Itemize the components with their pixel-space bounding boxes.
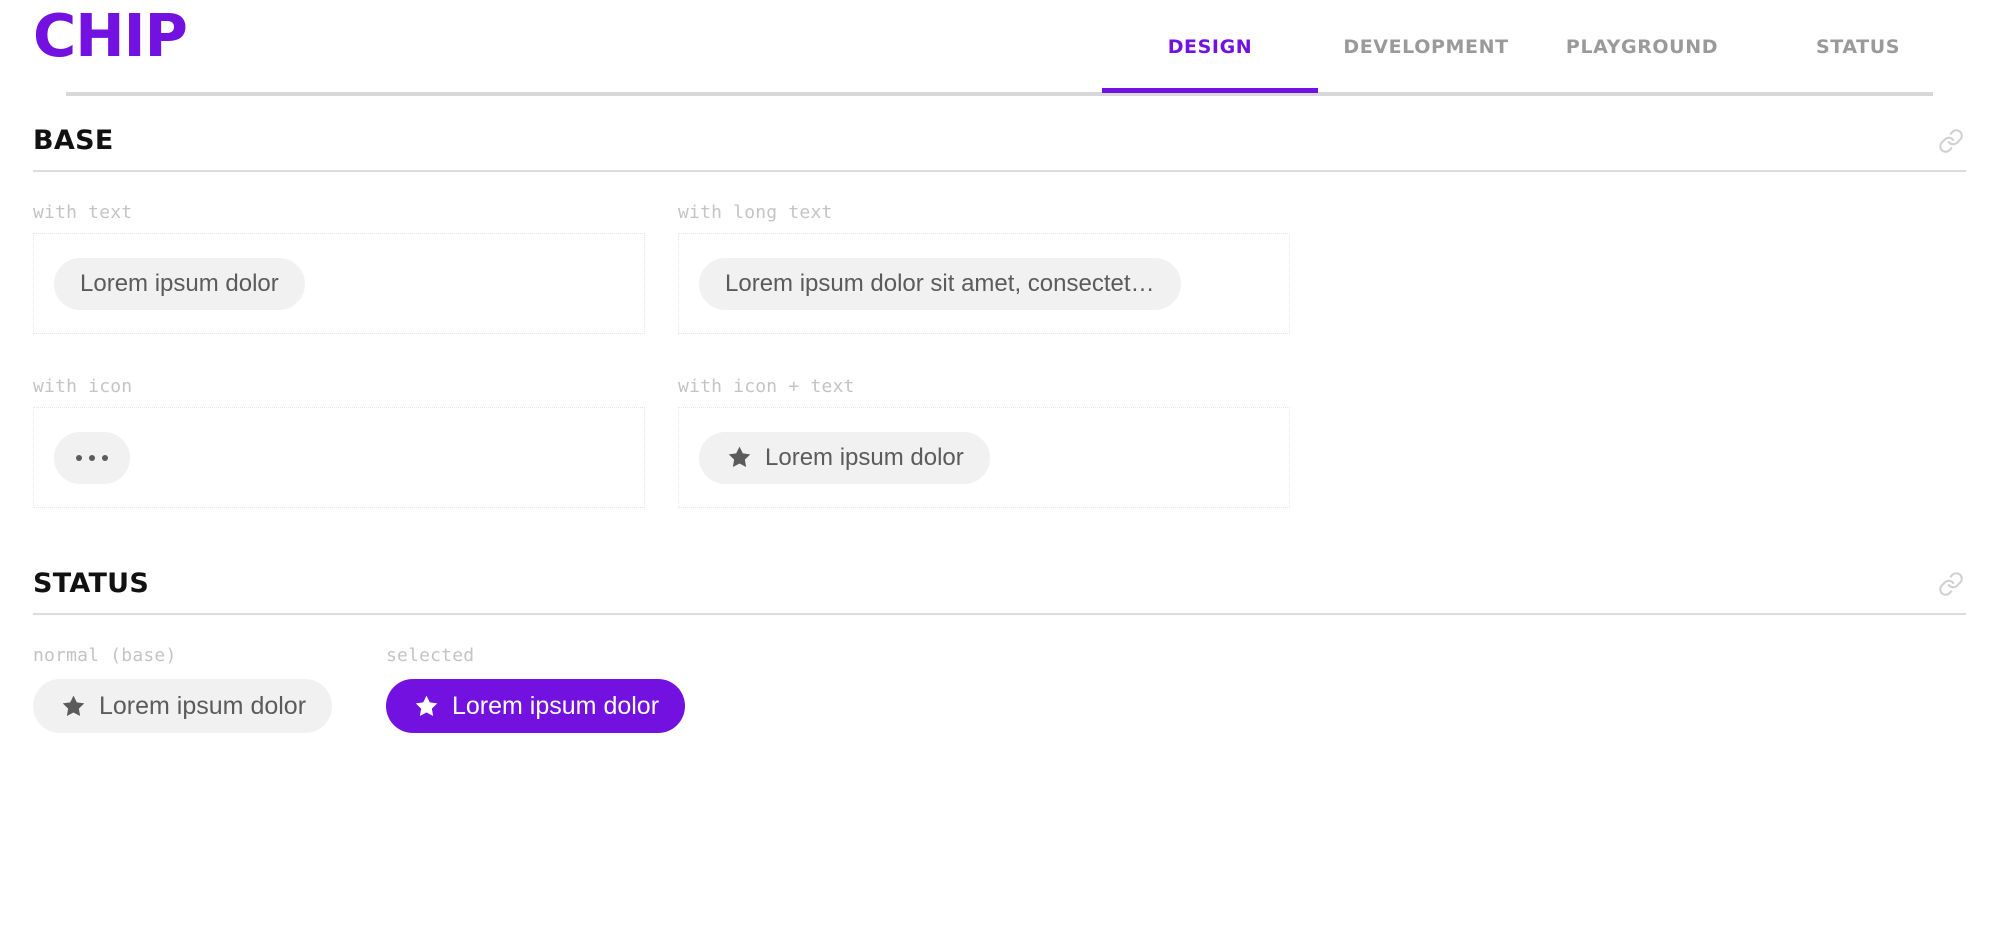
chip-with-long-text[interactable]: Lorem ipsum dolor sit amet, consectet… [699,257,1181,310]
section-status-header: STATUS [33,568,1966,613]
example-with-icon: with icon [33,368,645,508]
tab-design[interactable]: DESIGN [1102,0,1318,93]
status-normal-row: Lorem ipsum dolor [33,676,386,736]
grid-spacer-right [678,334,1290,368]
chip-with-long-text-label: Lorem ipsum dolor sit amet, consectet… [725,271,1155,296]
example-with-text-label: with text [33,202,133,223]
status-normal-column: normal (base) Lorem ipsum dolor [33,637,386,736]
status-selected-column: selected Lorem ipsum dolor [386,637,1966,736]
chip-with-icon-text-label: Lorem ipsum dolor [765,445,964,470]
more-horizontal-icon [76,454,108,461]
status-normal-label: normal (base) [33,645,177,666]
example-with-text: with text Lorem ipsum dolor [33,194,645,334]
page-root: CHIP DESIGN DEVELOPMENT PLAYGROUND STATU… [0,0,1999,926]
tab-design-label: DESIGN [1167,35,1253,58]
tab-status[interactable]: STATUS [1750,0,1966,93]
header-divider [66,92,1933,96]
example-with-text-cell: Lorem ipsum dolor [33,233,645,334]
example-with-icon-text: with icon + text Lorem ipsum dolor [678,368,1290,508]
example-with-icon-text-label: with icon + text [678,376,855,397]
chip-status-selected-label: Lorem ipsum dolor [452,693,660,719]
star-icon [59,692,87,720]
example-with-icon-label: with icon [33,376,133,397]
star-icon [725,444,753,472]
example-with-icon-text-cell: Lorem ipsum dolor [678,407,1290,508]
status-examples-grid: normal (base) Lorem ipsum dolor selected [33,615,1966,736]
example-with-long-text: with long text Lorem ipsum dolor sit ame… [678,194,1290,334]
chip-status-normal-label: Lorem ipsum dolor [99,693,307,719]
tab-development-label: DEVELOPMENT [1343,35,1509,58]
tab-status-label: STATUS [1815,35,1901,58]
chip-with-icon[interactable] [54,431,130,484]
section-base-title: BASE [33,125,114,156]
chip-status-selected[interactable]: Lorem ipsum dolor [386,679,686,733]
chip-with-text[interactable]: Lorem ipsum dolor [54,257,305,310]
link-icon[interactable] [1936,126,1966,156]
chip-status-normal[interactable]: Lorem ipsum dolor [33,679,333,733]
section-status-title: STATUS [33,568,150,599]
status-selected-label: selected [386,645,475,666]
grid-spacer-left [33,334,645,368]
app-header: CHIP DESIGN DEVELOPMENT PLAYGROUND STATU… [33,0,1966,97]
section-base: BASE with text Lorem ipsum dolor with lo… [33,97,1966,508]
section-status: STATUS normal (base) Lorem ipsum dolor s… [33,508,1966,736]
app-logo: CHIP [33,1,188,70]
tab-playground-label: PLAYGROUND [1565,35,1719,58]
example-with-icon-cell [33,407,645,508]
example-with-long-text-label: with long text [678,202,833,223]
base-examples-grid: with text Lorem ipsum dolor with long te… [33,172,1966,508]
tab-playground[interactable]: PLAYGROUND [1534,0,1750,93]
status-selected-row: Lorem ipsum dolor [386,676,1966,736]
chip-with-text-label: Lorem ipsum dolor [80,271,279,296]
section-base-header: BASE [33,125,1966,170]
chip-with-icon-text[interactable]: Lorem ipsum dolor [699,431,990,484]
main-navigation: DESIGN DEVELOPMENT PLAYGROUND STATUS [1102,0,1966,97]
tab-development[interactable]: DEVELOPMENT [1318,0,1534,93]
link-icon[interactable] [1936,569,1966,599]
example-with-long-text-cell: Lorem ipsum dolor sit amet, consectet… [678,233,1290,334]
star-icon [412,692,440,720]
